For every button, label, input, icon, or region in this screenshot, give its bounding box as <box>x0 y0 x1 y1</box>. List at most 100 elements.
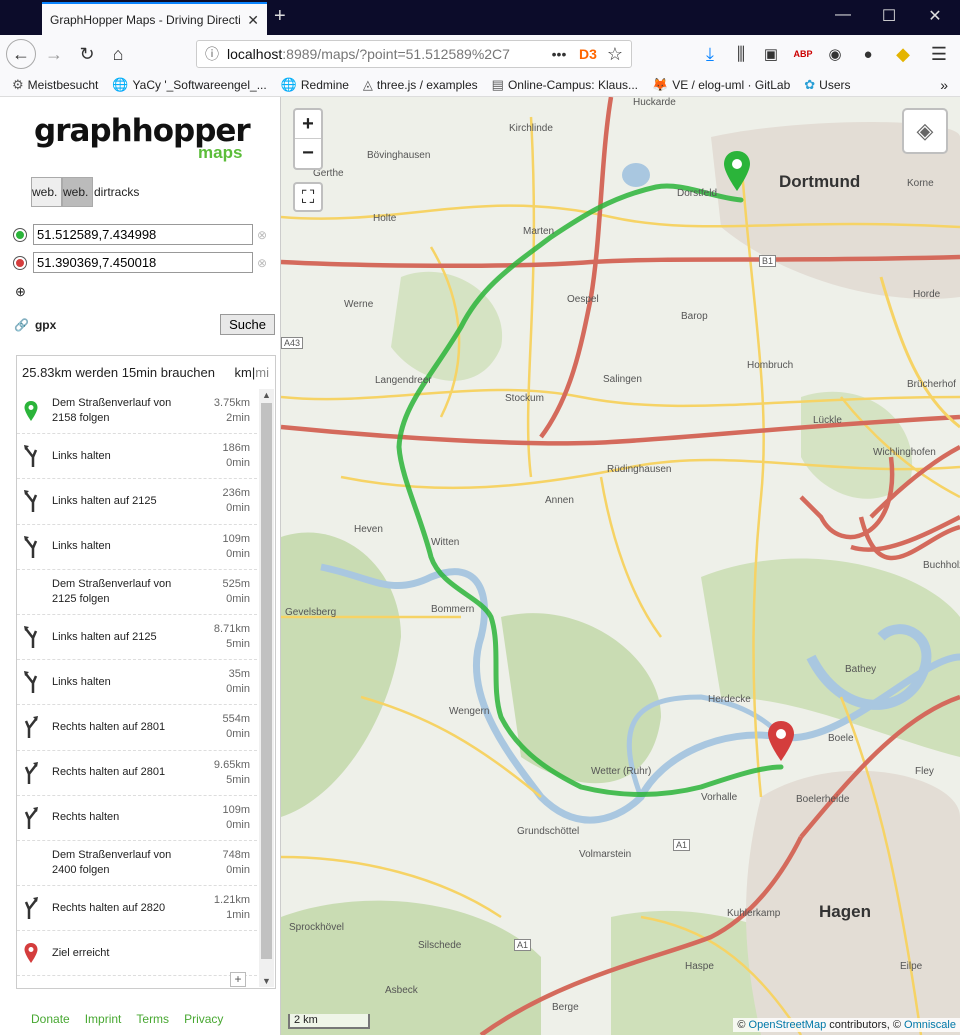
keep-left-icon <box>23 625 39 648</box>
map-label: Vorhalle <box>701 792 738 803</box>
adblock-icon[interactable]: ABP <box>790 41 816 67</box>
map-label: Rüdinghausen <box>607 464 672 475</box>
instruction-row[interactable]: Links halten 35m 0min <box>17 660 257 706</box>
map-label: Marten <box>523 226 555 237</box>
sidebar-icon[interactable]: ▣ <box>758 41 784 67</box>
unit-toggle[interactable]: km|mi <box>235 365 269 380</box>
bookmark-item[interactable]: ⚙ Meistbesucht <box>12 77 98 93</box>
globe-icon: 🌐 <box>112 76 129 92</box>
browser-tab[interactable]: GraphHopper Maps - Driving Directions ✕ <box>42 2 267 35</box>
library-icon[interactable]: ⫼ <box>728 41 754 67</box>
terms-link[interactable]: Terms <box>136 1012 169 1026</box>
instruction-row[interactable]: Links halten 109m 0min <box>17 525 257 570</box>
fullscreen-icon[interactable]: ⛶ <box>293 182 323 212</box>
instruction-row[interactable]: Links halten auf 2125 8.71km 5min <box>17 615 257 661</box>
expand-icon[interactable]: + <box>230 972 246 987</box>
instruction-row[interactable]: Dem Straßenverlauf von 2400 folgen 748m 0m… <box>17 841 257 887</box>
gpx-export[interactable]: 🔗 gpx <box>14 318 56 332</box>
zoom-out-button[interactable]: − <box>295 139 321 168</box>
map-label: Wetter (Ruhr) <box>591 766 652 777</box>
menu-icon[interactable]: ☰ <box>926 41 952 67</box>
notification-extension-icon[interactable]: ◆ <box>890 41 916 67</box>
map-label: Gevelsberg <box>285 607 337 618</box>
scroll-down-icon[interactable]: ▼ <box>262 976 271 986</box>
layers-icon[interactable]: ◈ <box>902 108 948 154</box>
bookmark-item[interactable]: ◬ three.js / examples <box>363 77 478 93</box>
instruction-text: Links halten auf 2125 <box>52 630 157 643</box>
d3-extension-icon[interactable]: D3 <box>575 41 601 67</box>
footer-links: Donate Imprint Terms Privacy <box>31 1012 223 1026</box>
maximize-icon[interactable]: ☐ <box>866 6 912 26</box>
browser-tab-bar: GraphHopper Maps - Driving Directions ✕ … <box>0 0 960 35</box>
instruction-row[interactable]: Rechts halten 109m 0min <box>17 796 257 841</box>
instruction-row[interactable]: Dem Straßenverlauf von 2158 folgen 3.75km… <box>17 389 257 435</box>
search-button[interactable]: Suche <box>220 314 275 335</box>
gitlab-icon: 🦊 <box>652 76 669 92</box>
map-label: Annen <box>545 495 574 506</box>
end-marker-icon[interactable] <box>768 721 794 761</box>
start-marker-icon[interactable] <box>724 151 750 191</box>
gear-icon: ⚙ <box>12 76 24 92</box>
clear-end-icon[interactable]: ⊗ <box>257 256 267 270</box>
map-label: Sprockhövel <box>289 922 345 933</box>
road-label: A43 <box>281 337 304 349</box>
instruction-text: Dem Straßenverlauf von 2158 folgen <box>52 397 172 425</box>
bookmark-item[interactable]: 🌐 Redmine <box>281 77 349 93</box>
instruction-row[interactable]: Dem Straßenverlauf von 2125 folgen 525m 0m… <box>17 570 257 615</box>
map-label: Dorstfeld <box>677 188 718 199</box>
city-label: Dortmund <box>779 172 861 191</box>
instruction-row[interactable]: Links halten 186m 0min <box>17 434 257 480</box>
instruction-row[interactable]: Rechts halten auf 2820 1.21km 1min <box>17 886 257 932</box>
back-icon[interactable]: ← <box>6 39 36 69</box>
new-tab-icon[interactable]: + <box>274 5 286 28</box>
clear-start-icon[interactable]: ⊗ <box>257 228 267 242</box>
more-bookmarks-icon[interactable]: » <box>940 77 948 93</box>
lock-extension-icon[interactable]: ◉ <box>822 41 848 67</box>
instructions-scrollbar[interactable]: ▲ ▼ <box>259 389 274 987</box>
map-label: Fley <box>915 766 934 777</box>
zoom-in-button[interactable]: + <box>295 110 321 139</box>
instruction-distance: 1.21km 1min <box>213 894 250 922</box>
instruction-row[interactable]: Links halten auf 2125 236m 0min <box>17 479 257 525</box>
map-tiles <box>281 97 960 1035</box>
scroll-thumb[interactable] <box>261 403 272 959</box>
bookmark-item[interactable]: ✿ Users <box>804 77 850 93</box>
map-attribution: © OpenStreetMap contributors, © Omniscal… <box>733 1018 960 1032</box>
vehicle-button[interactable]: web. <box>31 177 62 207</box>
privacy-link[interactable]: Privacy <box>184 1012 223 1026</box>
page-actions-icon[interactable]: ••• <box>546 41 572 67</box>
keep-right-icon <box>23 716 39 739</box>
info-icon[interactable]: ⓘ <box>205 44 219 64</box>
map-label: Boele <box>828 733 854 744</box>
end-point-input[interactable] <box>33 252 253 273</box>
bookmark-item[interactable]: ▤ Online-Campus: Klaus... <box>492 77 638 93</box>
bookmark-item[interactable]: 🦊 VE / elog-uml · GitLab <box>652 77 790 93</box>
close-tab-icon[interactable]: ✕ <box>247 12 259 29</box>
download-icon[interactable]: ⤓ <box>697 41 723 67</box>
add-point-icon[interactable]: ⊕ <box>15 284 26 300</box>
vehicle-label[interactable]: dirtracks <box>94 185 139 199</box>
home-icon[interactable]: ⌂ <box>105 41 131 67</box>
city-label: Hagen <box>819 902 871 921</box>
close-window-icon[interactable]: ✕ <box>912 6 958 26</box>
map-label: Witten <box>431 537 460 548</box>
map-label: Volmarstein <box>579 849 632 860</box>
map-label: Horde <box>913 289 941 300</box>
instruction-row[interactable]: Rechts halten auf 2801 9.65km 5min <box>17 751 257 796</box>
map-view[interactable]: Huckarde Kirchlinde Bövinghausen Gerthe … <box>281 97 960 1035</box>
osm-link[interactable]: OpenStreetMap <box>749 1019 827 1031</box>
forward-icon[interactable]: → <box>41 41 67 67</box>
bookmark-star-icon[interactable]: ☆ <box>602 41 628 67</box>
reload-icon[interactable]: ↻ <box>74 41 100 67</box>
imprint-link[interactable]: Imprint <box>85 1012 122 1026</box>
bookmark-item[interactable]: 🌐 YaCy '_Softwareengel_... <box>112 77 266 93</box>
instruction-row[interactable]: Ziel erreicht <box>17 931 257 977</box>
instruction-row[interactable]: Rechts halten auf 2801 554m 0min <box>17 705 257 751</box>
start-point-input[interactable] <box>33 224 253 245</box>
extension-icon[interactable]: ● <box>855 41 881 67</box>
vehicle-button-selected[interactable]: web. <box>62 177 93 207</box>
scroll-up-icon[interactable]: ▲ <box>262 390 271 400</box>
donate-link[interactable]: Donate <box>31 1012 70 1026</box>
omniscale-link[interactable]: Omniscale <box>904 1019 956 1031</box>
minimize-icon[interactable]: — <box>820 6 866 24</box>
